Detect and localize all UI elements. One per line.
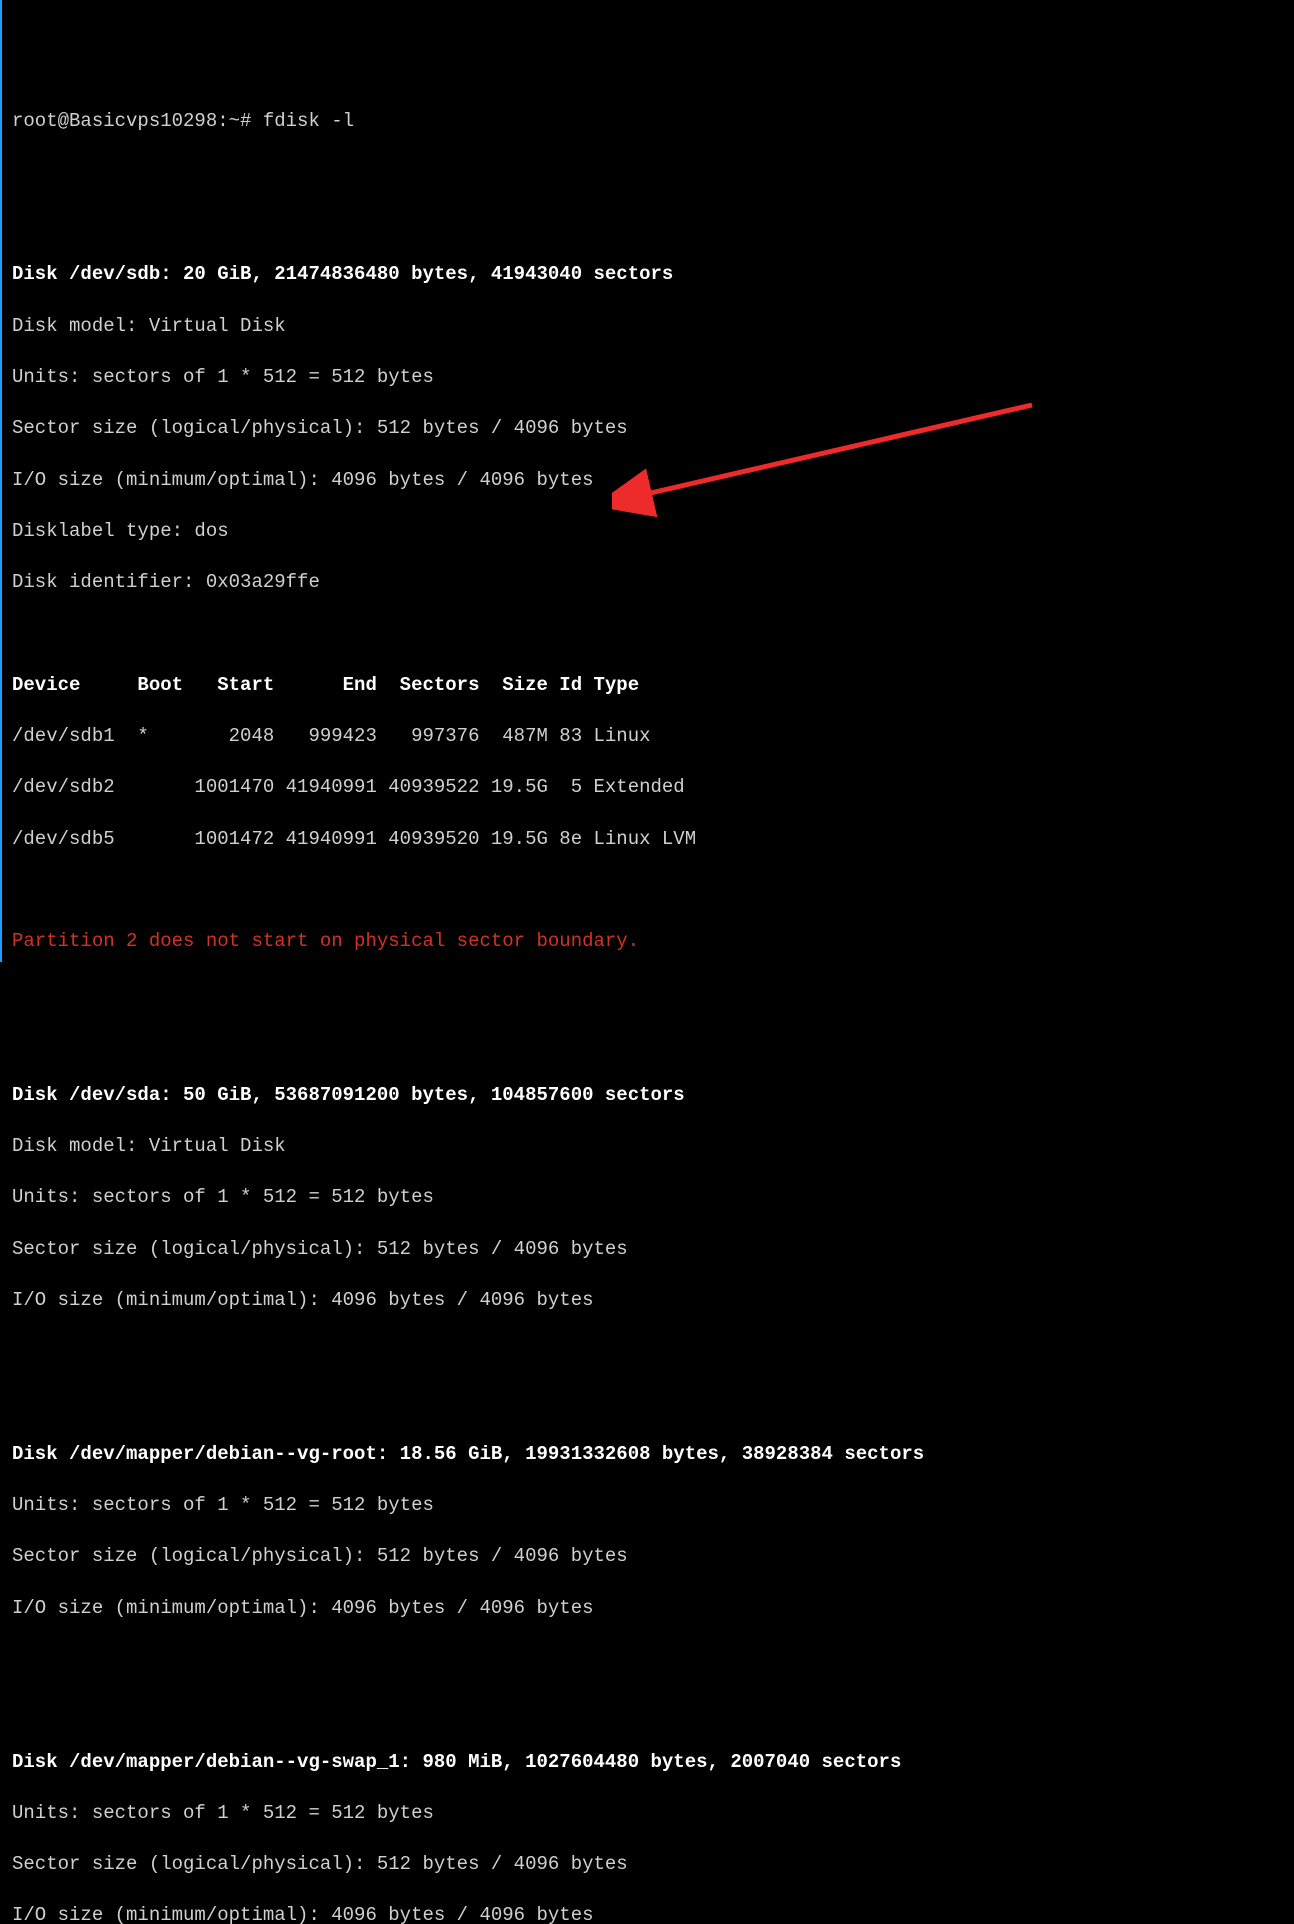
blank-line — [12, 1647, 1284, 1673]
disk-vgroot-io-size: I/O size (minimum/optimal): 4096 bytes /… — [12, 1596, 1284, 1622]
disk-sdb-identifier: Disk identifier: 0x03a29ffe — [12, 570, 1284, 596]
disk-sdb-io-size: I/O size (minimum/optimal): 4096 bytes /… — [12, 468, 1284, 494]
annotation-arrow-icon — [612, 395, 1052, 525]
disk-sda-units: Units: sectors of 1 * 512 = 512 bytes — [12, 1185, 1284, 1211]
blank-line — [12, 621, 1284, 647]
disk-vgswap-io-size: I/O size (minimum/optimal): 4096 bytes /… — [12, 1903, 1284, 1924]
partition-row: /dev/sdb1 * 2048 999423 997376 487M 83 L… — [12, 724, 1284, 750]
disk-vgroot-header: Disk /dev/mapper/debian--vg-root: 18.56 … — [12, 1442, 1284, 1468]
blank-line — [12, 1032, 1284, 1058]
disk-vgroot-sector-size: Sector size (logical/physical): 512 byte… — [12, 1544, 1284, 1570]
disk-sda-header: Disk /dev/sda: 50 GiB, 53687091200 bytes… — [12, 1083, 1284, 1109]
blank-line — [12, 1391, 1284, 1417]
disk-sdb-sector-size: Sector size (logical/physical): 512 byte… — [12, 416, 1284, 442]
blank-line — [12, 878, 1284, 904]
partition-warning: Partition 2 does not start on physical s… — [12, 929, 1284, 955]
disk-sda-model: Disk model: Virtual Disk — [12, 1134, 1284, 1160]
disk-sdb-units: Units: sectors of 1 * 512 = 512 bytes — [12, 365, 1284, 391]
blank-line — [12, 980, 1284, 1006]
blank-line — [12, 1339, 1284, 1365]
blank-line — [12, 160, 1284, 186]
disk-vgswap-sector-size: Sector size (logical/physical): 512 byte… — [12, 1852, 1284, 1878]
partition-table-header: Device Boot Start End Sectors Size Id Ty… — [12, 673, 1284, 699]
disk-sdb-label-type: Disklabel type: dos — [12, 519, 1284, 545]
disk-vgroot-units: Units: sectors of 1 * 512 = 512 bytes — [12, 1493, 1284, 1519]
partition-row: /dev/sdb5 1001472 41940991 40939520 19.5… — [12, 827, 1284, 853]
disk-vgswap-units: Units: sectors of 1 * 512 = 512 bytes — [12, 1801, 1284, 1827]
disk-sda-io-size: I/O size (minimum/optimal): 4096 bytes /… — [12, 1288, 1284, 1314]
disk-sdb-model: Disk model: Virtual Disk — [12, 314, 1284, 340]
shell-prompt[interactable]: root@Basicvps10298:~# fdisk -l — [12, 109, 1284, 135]
partition-row: /dev/sdb2 1001470 41940991 40939522 19.5… — [12, 775, 1284, 801]
disk-vgswap-header: Disk /dev/mapper/debian--vg-swap_1: 980 … — [12, 1750, 1284, 1776]
blank-line — [12, 211, 1284, 237]
disk-sdb-header: Disk /dev/sdb: 20 GiB, 21474836480 bytes… — [12, 262, 1284, 288]
blank-line — [12, 1698, 1284, 1724]
disk-sda-sector-size: Sector size (logical/physical): 512 byte… — [12, 1237, 1284, 1263]
